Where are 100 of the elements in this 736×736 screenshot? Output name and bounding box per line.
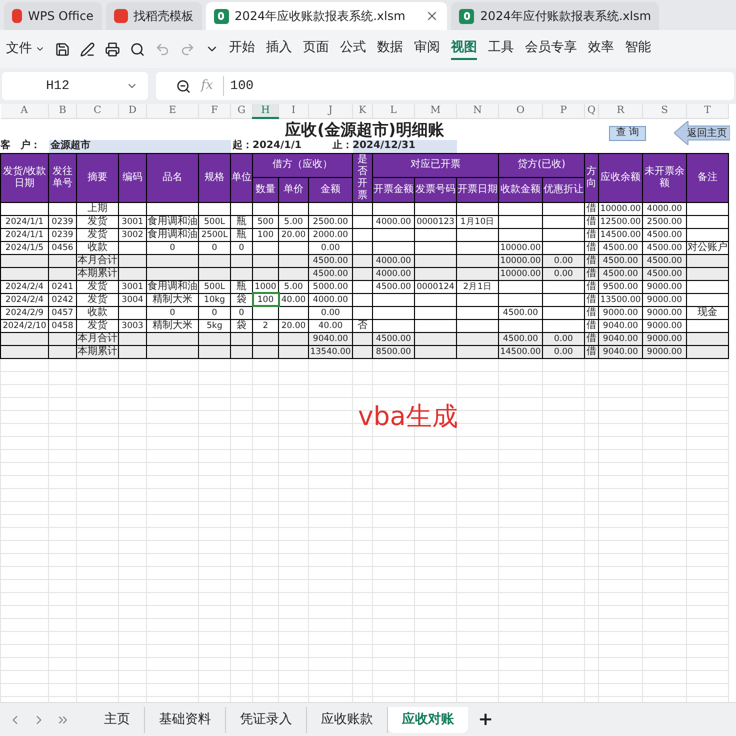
table-cell[interactable]: 发货	[76, 319, 118, 332]
table-cell[interactable]: 9000.00	[642, 293, 686, 306]
table-cell[interactable]: 12500.00	[598, 215, 642, 228]
table-cell[interactable]: 借	[584, 241, 598, 254]
document-tab[interactable]: 找稻壳模板	[106, 2, 202, 30]
column-header[interactable]: S	[642, 104, 686, 118]
sheet-tab[interactable]: 凭证录入	[226, 706, 307, 732]
column-header[interactable]: F	[198, 104, 230, 118]
table-cell[interactable]: 借	[584, 228, 598, 241]
table-cell[interactable]: 0	[230, 306, 252, 319]
table-cell[interactable]: 4000.00	[308, 293, 352, 306]
table-cell[interactable]: 4500.00	[308, 267, 352, 280]
document-tab[interactable]: 2024年应付账款报表系统.xlsm	[451, 2, 660, 30]
table-cell[interactable]: 2	[252, 319, 278, 332]
table-cell[interactable]: 本期累计	[76, 267, 118, 280]
table-cell[interactable]: 5.00	[278, 280, 308, 293]
table-cell[interactable]: 收款	[76, 306, 118, 319]
table-cell[interactable]: 0	[230, 241, 252, 254]
table-cell[interactable]: 10000.00	[498, 267, 542, 280]
column-header[interactable]: N	[456, 104, 498, 118]
table-cell[interactable]: 发货	[76, 293, 118, 306]
table-cell[interactable]: 0.00	[542, 254, 584, 267]
table-cell[interactable]: 10kg	[198, 293, 230, 306]
table-cell[interactable]: 4500.00	[372, 280, 414, 293]
column-header[interactable]: E	[146, 104, 198, 118]
table-cell[interactable]: 0239	[48, 215, 76, 228]
column-header[interactable]: M	[414, 104, 456, 118]
table-cell[interactable]: 精制大米	[146, 319, 198, 332]
ribbon-tab[interactable]: 会员专享	[525, 38, 577, 60]
table-cell[interactable]: 0000124	[414, 280, 456, 293]
table-cell[interactable]: 4500.00	[642, 267, 686, 280]
table-cell[interactable]: 2500.00	[642, 215, 686, 228]
table-cell[interactable]: 2000.00	[308, 228, 352, 241]
sheet-tab[interactable]: 主页	[90, 706, 145, 732]
formula-field[interactable]: fx 100	[156, 72, 734, 100]
table-cell[interactable]: 0	[146, 241, 198, 254]
table-cell[interactable]: 8500.00	[372, 345, 414, 358]
pen-icon[interactable]	[80, 42, 95, 56]
column-header[interactable]: B	[48, 104, 76, 118]
table-cell[interactable]: 0.00	[308, 241, 352, 254]
table-cell[interactable]: 4500.00	[598, 267, 642, 280]
table-cell[interactable]: 本期累计	[76, 345, 118, 358]
table-cell[interactable]: 9040.00	[598, 345, 642, 358]
table-cell[interactable]: 4500.00	[308, 254, 352, 267]
table-cell[interactable]: 0242	[48, 293, 76, 306]
table-cell[interactable]: 4500.00	[642, 254, 686, 267]
table-cell[interactable]: 3004	[118, 293, 146, 306]
table-cell[interactable]: 发货	[76, 228, 118, 241]
print-icon[interactable]	[105, 42, 120, 56]
column-header[interactable]: Q	[584, 104, 598, 118]
column-header[interactable]: C	[76, 104, 118, 118]
table-cell[interactable]: 发货	[76, 215, 118, 228]
table-cell[interactable]: 4000.00	[372, 254, 414, 267]
column-header[interactable]: K	[352, 104, 372, 118]
table-cell[interactable]: 10000.00	[498, 241, 542, 254]
sheet-tab[interactable]: 基础资料	[145, 706, 226, 732]
save-icon[interactable]	[55, 42, 70, 56]
table-cell[interactable]: 40.00	[278, 293, 308, 306]
table-cell[interactable]: 借	[584, 306, 598, 319]
table-cell[interactable]: 上期	[76, 202, 118, 215]
table-cell[interactable]: 3002	[118, 228, 146, 241]
ribbon-tab[interactable]: 插入	[266, 38, 292, 60]
table-cell[interactable]: 9000.00	[642, 280, 686, 293]
table-cell[interactable]: 500L	[198, 280, 230, 293]
table-cell[interactable]: 0458	[48, 319, 76, 332]
table-cell[interactable]: 2024/2/4	[0, 293, 48, 306]
table-cell[interactable]: 500L	[198, 215, 230, 228]
table-cell[interactable]: 2500.00	[308, 215, 352, 228]
table-cell[interactable]: 4500.00	[598, 254, 642, 267]
table-cell[interactable]: 13500.00	[598, 293, 642, 306]
add-sheet-button[interactable]: +	[478, 706, 494, 733]
table-cell[interactable]: 借	[584, 332, 598, 345]
column-header[interactable]: J	[308, 104, 352, 118]
column-header[interactable]: A	[0, 104, 48, 118]
column-header[interactable]: H	[252, 104, 278, 118]
table-cell[interactable]: 食用调和油	[146, 280, 198, 293]
table-cell[interactable]: 瓶	[230, 228, 252, 241]
ribbon-tab[interactable]: 页面	[303, 38, 329, 60]
table-cell[interactable]: 4000.00	[642, 202, 686, 215]
table-cell[interactable]: 4500.00	[498, 332, 542, 345]
table-cell[interactable]: 2024/1/5	[0, 241, 48, 254]
table-cell[interactable]: 3001	[118, 215, 146, 228]
table-cell[interactable]: 借	[584, 267, 598, 280]
table-cell[interactable]: 4500.00	[598, 241, 642, 254]
table-cell[interactable]: 4500.00	[498, 306, 542, 319]
table-cell[interactable]: 5000.00	[308, 280, 352, 293]
ribbon-tab[interactable]: 数据	[377, 38, 403, 60]
back-home-button[interactable]: 返回主页	[674, 121, 730, 145]
column-header[interactable]: P	[542, 104, 584, 118]
table-cell[interactable]: 袋	[230, 293, 252, 306]
table-cell[interactable]: 0.00	[542, 345, 584, 358]
table-cell[interactable]: 4500.00	[372, 332, 414, 345]
table-cell[interactable]: 2500L	[198, 228, 230, 241]
table-cell[interactable]: 0.00	[542, 267, 584, 280]
table-cell[interactable]: 本月合计	[76, 332, 118, 345]
table-cell[interactable]: 2024/1/1	[0, 228, 48, 241]
table-cell[interactable]: 3003	[118, 319, 146, 332]
table-cell[interactable]: 13540.00	[308, 345, 352, 358]
table-cell[interactable]: 0457	[48, 306, 76, 319]
table-cell[interactable]: 收款	[76, 241, 118, 254]
